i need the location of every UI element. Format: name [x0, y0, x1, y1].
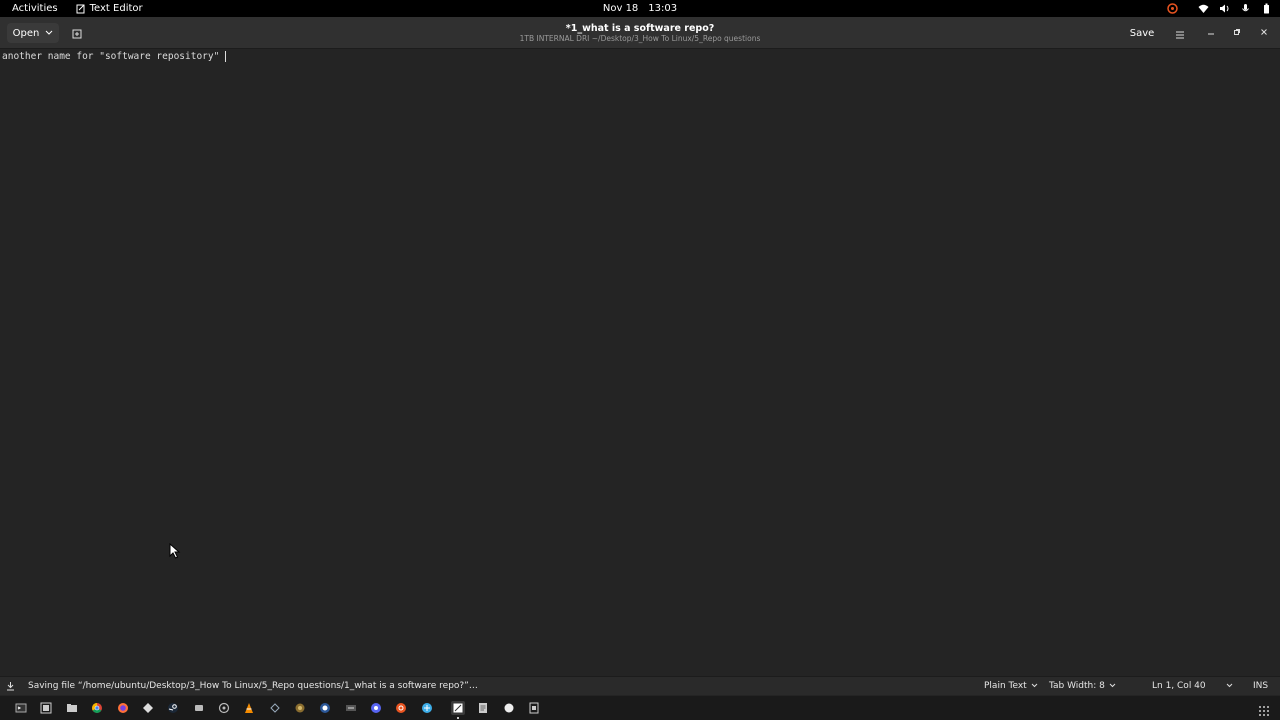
save-label: Save	[1129, 27, 1155, 39]
app2-icon[interactable]	[192, 701, 206, 715]
status-message: Saving file “/home/ubuntu/Desktop/3_How …	[28, 681, 478, 691]
status-bar: Saving file “/home/ubuntu/Desktop/3_How …	[0, 676, 1280, 695]
document-icon[interactable]	[476, 701, 490, 715]
position-dropdown[interactable]	[1226, 681, 1233, 691]
clock-date: Nov 18	[602, 3, 639, 14]
close-button[interactable]	[1256, 25, 1272, 41]
mouse-pointer-icon	[169, 542, 181, 563]
document-title: *1_what is a software repo?	[565, 23, 715, 34]
save-button[interactable]: Save	[1125, 23, 1159, 43]
dock	[0, 696, 1280, 720]
wifi-icon[interactable]	[1198, 3, 1209, 14]
app-icon[interactable]	[141, 701, 155, 715]
app-menu[interactable]: Text Editor	[70, 0, 149, 17]
running-indicator	[457, 717, 459, 719]
insert-mode-label: INS	[1253, 681, 1269, 691]
minimize-icon	[1207, 28, 1215, 39]
chrome-icon[interactable]	[90, 701, 104, 715]
chevron-down-icon	[1226, 681, 1233, 691]
new-tab-button[interactable]	[66, 23, 88, 43]
files-icon[interactable]	[65, 701, 79, 715]
cursor-position-label: Ln 1, Col 40	[1152, 681, 1206, 691]
insert-mode-indicator[interactable]: INS	[1253, 681, 1268, 691]
restore-icon	[1233, 28, 1241, 39]
settings-icon[interactable]	[217, 701, 231, 715]
open-button[interactable]: Open	[7, 23, 59, 43]
document-path: 1TB INTERNAL DRI ~/Desktop/3_How To Linu…	[519, 34, 761, 43]
title-block: *1_what is a software repo? 1TB INTERNAL…	[520, 23, 761, 44]
activities-label: Activities	[12, 3, 58, 14]
new-document-icon	[72, 24, 82, 43]
open-label: Open	[12, 27, 40, 39]
app4-icon[interactable]	[293, 701, 307, 715]
show-apps-icon[interactable]	[1258, 702, 1270, 716]
text-editor-area[interactable]: another name for "software repository"	[0, 49, 1280, 676]
tab-width-label: Tab Width: 8	[1049, 681, 1105, 691]
saving-icon	[6, 681, 15, 691]
app7-icon[interactable]	[369, 701, 383, 715]
screenshot-icon[interactable]	[39, 701, 53, 715]
text-caret	[225, 51, 227, 62]
clock-time: 13:03	[648, 3, 678, 14]
battery-icon[interactable]	[1261, 3, 1272, 14]
activities-button[interactable]: Activities	[0, 0, 70, 17]
top-bar: Activities Text Editor Nov 18 13:03	[0, 0, 1280, 17]
tab-width-selector[interactable]: Tab Width: 8	[1049, 681, 1116, 691]
app8-icon[interactable]	[394, 701, 408, 715]
hamburger-icon	[1175, 24, 1185, 43]
text-editor-icon[interactable]	[451, 701, 465, 719]
app10-icon[interactable]	[502, 701, 516, 715]
chevron-down-icon	[1031, 681, 1038, 691]
app5-icon[interactable]	[318, 701, 332, 715]
app9-icon[interactable]	[420, 701, 434, 715]
clock[interactable]: Nov 18 13:03	[603, 0, 677, 17]
cursor-position-selector[interactable]: Ln 1, Col 40	[1152, 681, 1206, 691]
vlc-icon[interactable]	[242, 701, 256, 715]
steam-icon[interactable]	[166, 701, 180, 715]
language-selector[interactable]: Plain Text	[984, 681, 1038, 691]
firefox-icon[interactable]	[116, 701, 130, 715]
text-editor-small-icon	[76, 4, 86, 14]
minimize-button[interactable]	[1203, 25, 1219, 41]
system-tray[interactable]	[1167, 0, 1272, 17]
main-menu-button[interactable]	[1170, 23, 1190, 43]
chevron-down-icon	[45, 28, 53, 39]
indicator-icon[interactable]	[1167, 3, 1178, 14]
editor-line[interactable]: another name for "software repository"	[2, 51, 227, 62]
microphone-icon[interactable]	[1240, 3, 1251, 14]
language-label: Plain Text	[984, 681, 1027, 691]
header-bar: Open *1_what is a software repo? 1TB INT…	[0, 17, 1280, 49]
app6-icon[interactable]	[344, 701, 358, 715]
editor-text: another name for "software repository"	[2, 51, 220, 62]
maximize-button[interactable]	[1229, 25, 1245, 41]
chevron-down-icon	[1109, 681, 1116, 691]
app3-icon[interactable]	[268, 701, 282, 715]
app11-icon[interactable]	[527, 701, 541, 715]
close-icon	[1260, 28, 1268, 39]
volume-icon[interactable]	[1219, 3, 1230, 14]
terminal-icon[interactable]	[14, 701, 28, 715]
app-name: Text Editor	[89, 3, 143, 14]
